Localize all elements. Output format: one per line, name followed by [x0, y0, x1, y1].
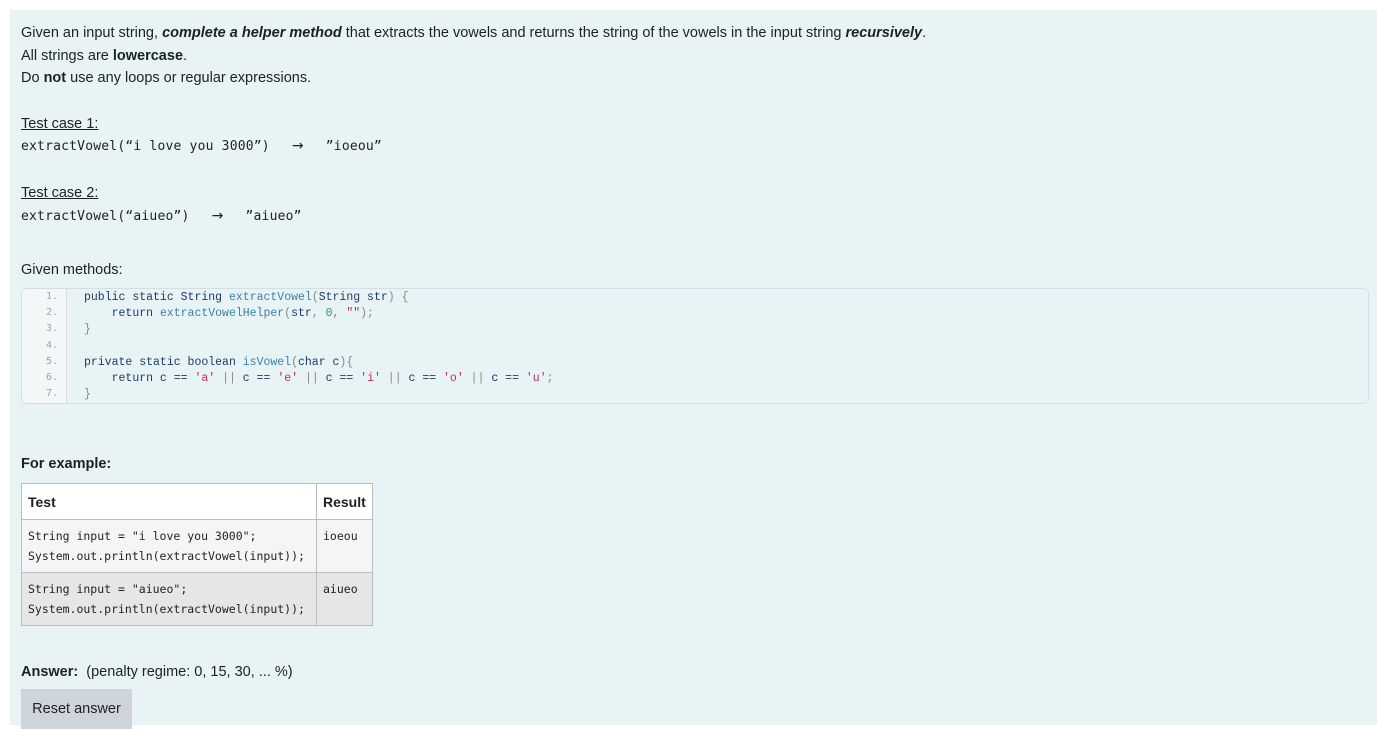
- question-intro: Given an input string, complete a helper…: [21, 23, 926, 43]
- header-result: Result: [316, 483, 373, 520]
- arrow-icon: →: [211, 208, 224, 224]
- question-panel: Given an input string, complete a helper…: [10, 10, 1377, 729]
- code-line: public static String extractVowel(String…: [84, 291, 409, 304]
- line-number: 6.: [45, 372, 58, 383]
- test-case-1: extractVowel(“i love you 3000”) → ”ioeou”: [21, 136, 382, 157]
- line-number: 4.: [45, 339, 58, 351]
- code-line: return c == 'a' || c == 'e' || c == 'i' …: [111, 372, 554, 385]
- line-number: 5.: [45, 355, 58, 367]
- code-line: }: [84, 323, 91, 337]
- test-cell: String input = "i love you 3000"; System…: [21, 519, 317, 573]
- intro-text-2: that extracts the vowels and returns the…: [341, 25, 846, 41]
- test-case-2-call: extractVowel(“aiueo”): [21, 209, 190, 224]
- note-bold: lowercase: [112, 48, 184, 64]
- intro-text-3: .: [922, 25, 927, 41]
- arrow-icon: →: [291, 138, 304, 154]
- test-case-1-call: extractVowel(“i love you 3000”): [21, 139, 270, 154]
- lowercase-note: All strings are lowercase.: [21, 46, 187, 66]
- code-line: return extractVowelHelper(str, 0, "");: [111, 307, 374, 321]
- table-header-row: Test Result: [21, 483, 373, 520]
- intro-text: Given an input string,: [21, 25, 163, 41]
- code-line: private static boolean isVowel(char c){: [84, 355, 354, 369]
- for-example-label: For example:: [21, 456, 112, 472]
- result-cell: ioeou: [316, 519, 373, 573]
- table-row: String input = "i love you 3000"; System…: [21, 519, 373, 573]
- constraint-note: Do not use any loops or regular expressi…: [21, 68, 311, 88]
- code-block: 1. public static String extractVowel(Stri…: [21, 288, 1369, 404]
- penalty-regime: (penalty regime: 0, 15, 30, ... %): [86, 664, 293, 680]
- test-case-1-result: ”ioeou”: [325, 139, 382, 154]
- example-table: Test Result String input = "i love you 3…: [21, 483, 373, 626]
- line-number: 1.: [45, 291, 58, 302]
- constraint-bold: not: [43, 70, 67, 86]
- test-case-2-label: Test case 2:: [21, 185, 99, 201]
- code-line: }: [84, 388, 91, 402]
- note-text: All strings are: [21, 48, 113, 64]
- line-number: 7.: [45, 388, 58, 400]
- constraint-text-2: use any loops or regular expressions.: [66, 70, 312, 86]
- line-number: 2.: [45, 307, 58, 319]
- header-test: Test: [21, 483, 317, 520]
- reset-answer-button[interactable]: Reset answer: [21, 689, 132, 729]
- line-number: 3.: [45, 323, 58, 335]
- test-case-1-label: Test case 1:: [21, 116, 99, 132]
- constraint-text: Do: [21, 70, 44, 86]
- test-case-2-result: ”aiueo”: [245, 209, 302, 224]
- given-methods-label: Given methods:: [21, 262, 123, 278]
- table-row: String input = "aiueo"; System.out.print…: [21, 572, 373, 626]
- note-text-2: .: [183, 48, 188, 64]
- answer-header: Answer: (penalty regime: 0, 15, 30, ... …: [21, 662, 293, 682]
- test-cell: String input = "aiueo"; System.out.print…: [21, 572, 317, 626]
- test-case-2: extractVowel(“aiueo”) → ”aiueo”: [21, 206, 302, 227]
- intro-emphasis-helper: complete a helper method: [162, 25, 342, 41]
- answer-label: Answer:: [21, 664, 79, 680]
- intro-emphasis-recursively: recursively: [845, 25, 923, 41]
- result-cell: aiueo: [316, 572, 373, 626]
